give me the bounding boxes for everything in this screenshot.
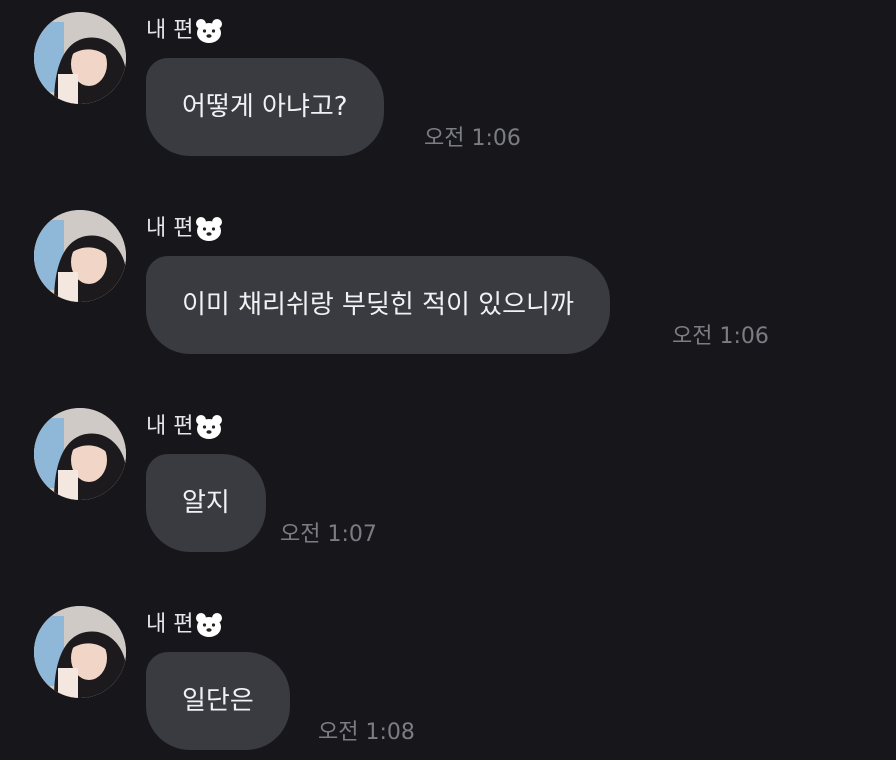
sender-name-row: 내 편 bbox=[146, 214, 223, 244]
polar-bear-face-icon bbox=[195, 216, 223, 242]
sender-name-row: 내 편 bbox=[146, 16, 223, 46]
message-row: 내 편 알지 오전 1:07 bbox=[34, 408, 874, 558]
polar-bear-face-icon bbox=[195, 612, 223, 638]
sender-name: 내 편 bbox=[146, 612, 194, 637]
sender-name-row: 내 편 bbox=[146, 412, 223, 442]
message-row: 내 편 어떻게 아냐고? 오전 1:06 bbox=[34, 12, 874, 162]
avatar[interactable] bbox=[34, 210, 126, 302]
message-timestamp: 오전 1:06 bbox=[424, 126, 521, 151]
message-bubble[interactable]: 일단은 bbox=[146, 652, 290, 750]
sender-name: 내 편 bbox=[146, 414, 194, 439]
message-bubble[interactable]: 이미 채리쉬랑 부딪힌 적이 있으니까 bbox=[146, 256, 610, 354]
message-bubble[interactable]: 알지 bbox=[146, 454, 266, 552]
avatar[interactable] bbox=[34, 408, 126, 500]
avatar[interactable] bbox=[34, 12, 126, 104]
avatar[interactable] bbox=[34, 606, 126, 698]
chat-log: 내 편 어떻게 아냐고? 오전 1:06 내 편 이미 채리쉬랑 부딪힌 적이 … bbox=[0, 0, 896, 760]
sender-name: 내 편 bbox=[146, 216, 194, 241]
sender-name-row: 내 편 bbox=[146, 610, 223, 640]
polar-bear-face-icon bbox=[195, 414, 223, 440]
message-row: 내 편 일단은 오전 1:08 bbox=[34, 606, 874, 756]
message-bubble[interactable]: 어떻게 아냐고? bbox=[146, 58, 384, 156]
sender-name: 내 편 bbox=[146, 18, 194, 43]
message-row: 내 편 이미 채리쉬랑 부딪힌 적이 있으니까 오전 1:06 bbox=[34, 210, 874, 360]
polar-bear-face-icon bbox=[195, 18, 223, 44]
message-timestamp: 오전 1:08 bbox=[318, 720, 415, 745]
message-timestamp: 오전 1:07 bbox=[280, 522, 377, 547]
message-timestamp: 오전 1:06 bbox=[672, 324, 769, 349]
